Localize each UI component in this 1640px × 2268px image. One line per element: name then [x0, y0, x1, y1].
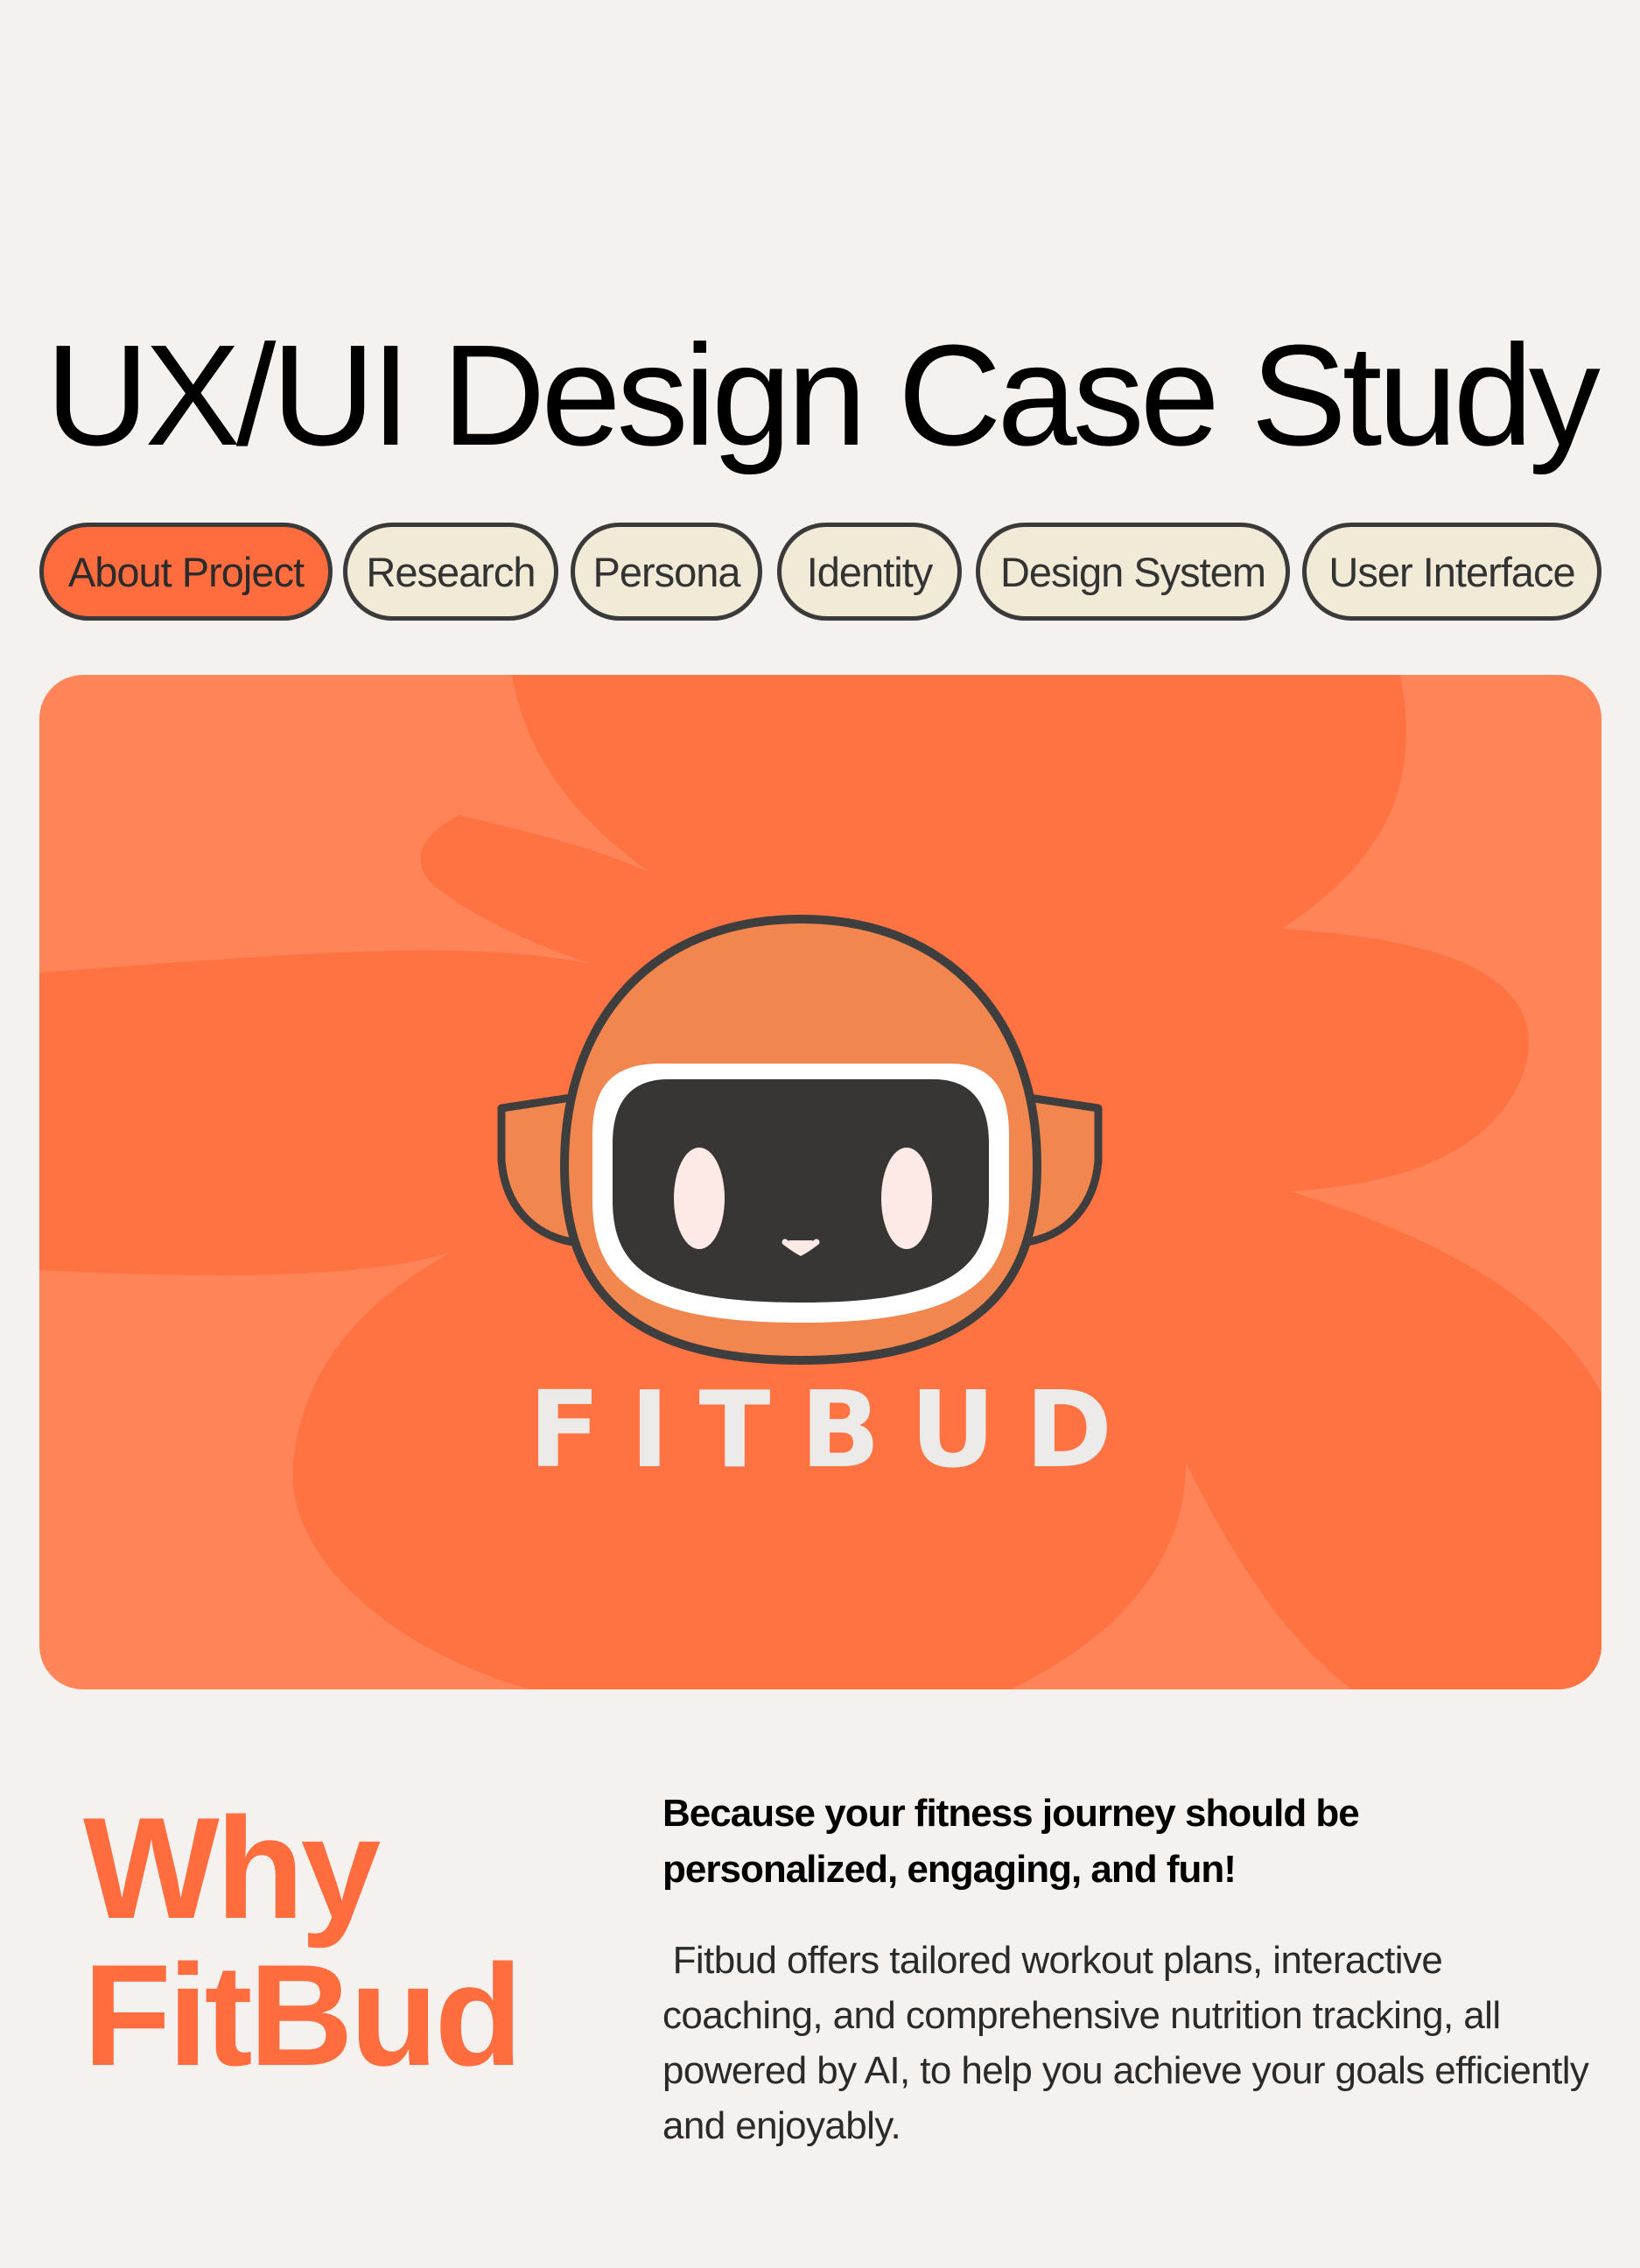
tab-persona[interactable]: Persona	[571, 523, 762, 621]
lead-statement: Because your fitness journey should be p…	[662, 1792, 1360, 1891]
tab-design-system[interactable]: Design System	[976, 523, 1290, 621]
robot-mascot-icon	[497, 914, 1103, 1366]
description-paragraph: Fitbud offers tailored workout plans, in…	[662, 1939, 1599, 2147]
why-heading-line-1: Why	[83, 1787, 381, 1949]
why-heading-line-2: FitBud	[83, 1934, 522, 2096]
tab-identity[interactable]: Identity	[777, 523, 962, 621]
tab-about-project[interactable]: About Project	[39, 523, 333, 621]
why-fitbud-heading: Why FitBud	[83, 1787, 522, 2096]
tab-research[interactable]: Research	[343, 523, 558, 621]
page-title: UX/UI Design Case Study	[46, 315, 1601, 475]
tab-user-interface[interactable]: User Interface	[1302, 523, 1601, 621]
hero-banner: FITBUD	[39, 675, 1601, 1689]
brand-wordmark: FITBUD	[529, 1370, 1142, 1492]
